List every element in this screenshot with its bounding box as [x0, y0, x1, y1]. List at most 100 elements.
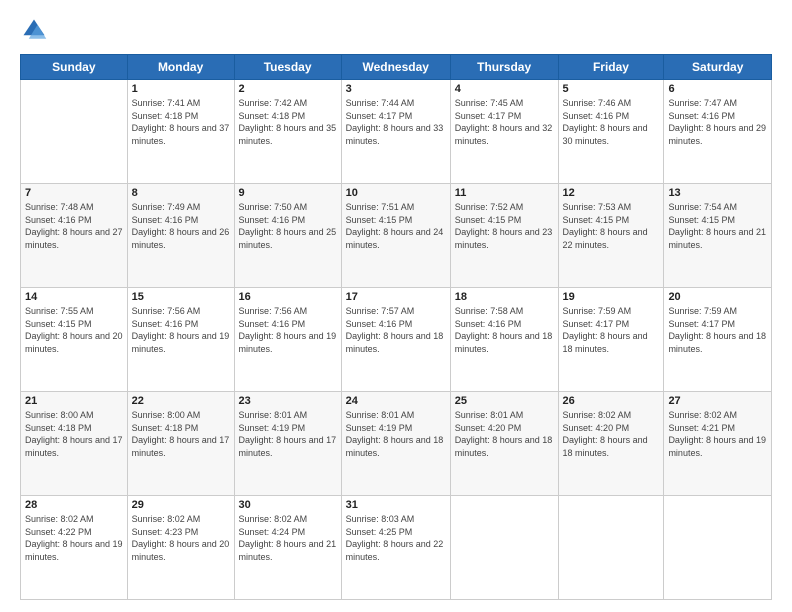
- calendar-cell: [21, 80, 128, 184]
- day-number: 4: [455, 83, 554, 95]
- day-number: 18: [455, 291, 554, 303]
- day-info: Sunrise: 7:44 AMSunset: 4:17 PMDaylight:…: [346, 97, 446, 147]
- calendar-cell: 17 Sunrise: 7:57 AMSunset: 4:16 PMDayligh…: [341, 288, 450, 392]
- calendar-cell: 5Sunrise: 7:46 AMSunset: 4:16 PMDaylight…: [558, 80, 664, 184]
- day-number: 5: [563, 83, 660, 95]
- day-info: Sunrise: 7:56 AMSunset: 4:16 PMDaylight:…: [132, 305, 230, 355]
- day-number: 14: [25, 291, 123, 303]
- day-number: 12: [563, 187, 660, 199]
- calendar-cell: 26 Sunrise: 8:02 AMSunset: 4:20 PMDayligh…: [558, 392, 664, 496]
- header: [20, 16, 772, 44]
- day-number: 23: [239, 395, 337, 407]
- day-info: Sunrise: 8:01 AMSunset: 4:19 PMDaylight:…: [239, 409, 337, 459]
- weekday-header-sunday: Sunday: [21, 55, 128, 80]
- day-number: 10: [346, 187, 446, 199]
- calendar-cell: 29 Sunrise: 8:02 AMSunset: 4:23 PMDayligh…: [127, 496, 234, 600]
- calendar-cell: 10 Sunrise: 7:51 AMSunset: 4:15 PMDayligh…: [341, 184, 450, 288]
- calendar-cell: [664, 496, 772, 600]
- day-info: Sunrise: 7:41 AMSunset: 4:18 PMDaylight:…: [132, 97, 230, 147]
- calendar-cell: 2 Sunrise: 7:42 AMSunset: 4:18 PMDaylight…: [234, 80, 341, 184]
- day-info: Sunrise: 7:52 AMSunset: 4:15 PMDaylight:…: [455, 201, 554, 251]
- day-info: Sunrise: 8:03 AMSunset: 4:25 PMDaylight:…: [346, 513, 446, 563]
- day-info: Sunrise: 8:02 AMSunset: 4:20 PMDaylight:…: [563, 409, 660, 459]
- day-number: 1: [132, 83, 230, 95]
- day-info: Sunrise: 7:59 AMSunset: 4:17 PMDaylight:…: [668, 305, 767, 355]
- calendar-cell: 22Sunrise: 8:00 AMSunset: 4:18 PMDayligh…: [127, 392, 234, 496]
- weekday-header-thursday: Thursday: [450, 55, 558, 80]
- day-info: Sunrise: 7:51 AMSunset: 4:15 PMDaylight:…: [346, 201, 446, 251]
- day-number: 29: [132, 499, 230, 511]
- calendar-week-1: 1 Sunrise: 7:41 AMSunset: 4:18 PMDaylight…: [21, 80, 772, 184]
- calendar-table: SundayMondayTuesdayWednesdayThursdayFrid…: [20, 54, 772, 600]
- calendar-cell: 20Sunrise: 7:59 AMSunset: 4:17 PMDayligh…: [664, 288, 772, 392]
- calendar-cell: 3 Sunrise: 7:44 AMSunset: 4:17 PMDaylight…: [341, 80, 450, 184]
- day-info: Sunrise: 8:01 AMSunset: 4:20 PMDaylight:…: [455, 409, 554, 459]
- day-info: Sunrise: 7:55 AMSunset: 4:15 PMDaylight:…: [25, 305, 123, 355]
- calendar-week-5: 28 Sunrise: 8:02 AMSunset: 4:22 PMDayligh…: [21, 496, 772, 600]
- day-number: 8: [132, 187, 230, 199]
- calendar-cell: 28 Sunrise: 8:02 AMSunset: 4:22 PMDayligh…: [21, 496, 128, 600]
- calendar-week-3: 14 Sunrise: 7:55 AMSunset: 4:15 PMDayligh…: [21, 288, 772, 392]
- day-number: 25: [455, 395, 554, 407]
- calendar-cell: 23 Sunrise: 8:01 AMSunset: 4:19 PMDayligh…: [234, 392, 341, 496]
- day-info: Sunrise: 7:42 AMSunset: 4:18 PMDaylight:…: [239, 97, 337, 147]
- day-info: Sunrise: 7:57 AMSunset: 4:16 PMDaylight:…: [346, 305, 446, 355]
- weekday-header-monday: Monday: [127, 55, 234, 80]
- day-number: 2: [239, 83, 337, 95]
- day-number: 9: [239, 187, 337, 199]
- day-number: 15: [132, 291, 230, 303]
- day-info: Sunrise: 7:47 AMSunset: 4:16 PMDaylight:…: [668, 97, 767, 147]
- day-number: 13: [668, 187, 767, 199]
- day-number: 31: [346, 499, 446, 511]
- day-info: Sunrise: 7:53 AMSunset: 4:15 PMDaylight:…: [563, 201, 660, 251]
- calendar-week-4: 21 Sunrise: 8:00 AMSunset: 4:18 PMDayligh…: [21, 392, 772, 496]
- day-info: Sunrise: 8:02 AMSunset: 4:22 PMDaylight:…: [25, 513, 123, 563]
- weekday-header-friday: Friday: [558, 55, 664, 80]
- day-number: 27: [668, 395, 767, 407]
- calendar-cell: 30 Sunrise: 8:02 AMSunset: 4:24 PMDayligh…: [234, 496, 341, 600]
- day-number: 11: [455, 187, 554, 199]
- day-number: 17: [346, 291, 446, 303]
- day-number: 28: [25, 499, 123, 511]
- day-info: Sunrise: 8:01 AMSunset: 4:19 PMDaylight:…: [346, 409, 446, 459]
- calendar-cell: 11 Sunrise: 7:52 AMSunset: 4:15 PMDayligh…: [450, 184, 558, 288]
- day-number: 16: [239, 291, 337, 303]
- logo-icon: [20, 16, 48, 44]
- calendar-cell: 21 Sunrise: 8:00 AMSunset: 4:18 PMDayligh…: [21, 392, 128, 496]
- day-info: Sunrise: 8:02 AMSunset: 4:24 PMDaylight:…: [239, 513, 337, 563]
- calendar-week-2: 7Sunrise: 7:48 AMSunset: 4:16 PMDaylight…: [21, 184, 772, 288]
- calendar-cell: 15 Sunrise: 7:56 AMSunset: 4:16 PMDayligh…: [127, 288, 234, 392]
- weekday-header-saturday: Saturday: [664, 55, 772, 80]
- calendar-cell: 12 Sunrise: 7:53 AMSunset: 4:15 PMDayligh…: [558, 184, 664, 288]
- weekday-header-tuesday: Tuesday: [234, 55, 341, 80]
- calendar-cell: 31 Sunrise: 8:03 AMSunset: 4:25 PMDayligh…: [341, 496, 450, 600]
- calendar-cell: 14 Sunrise: 7:55 AMSunset: 4:15 PMDayligh…: [21, 288, 128, 392]
- day-info: Sunrise: 7:48 AMSunset: 4:16 PMDaylight:…: [25, 201, 123, 251]
- calendar-cell: 13Sunrise: 7:54 AMSunset: 4:15 PMDayligh…: [664, 184, 772, 288]
- calendar-cell: 9 Sunrise: 7:50 AMSunset: 4:16 PMDaylight…: [234, 184, 341, 288]
- calendar-cell: 24Sunrise: 8:01 AMSunset: 4:19 PMDayligh…: [341, 392, 450, 496]
- day-number: 3: [346, 83, 446, 95]
- day-info: Sunrise: 7:56 AMSunset: 4:16 PMDaylight:…: [239, 305, 337, 355]
- day-number: 6: [668, 83, 767, 95]
- weekday-header-wednesday: Wednesday: [341, 55, 450, 80]
- day-number: 26: [563, 395, 660, 407]
- calendar-cell: 19Sunrise: 7:59 AMSunset: 4:17 PMDayligh…: [558, 288, 664, 392]
- day-number: 19: [563, 291, 660, 303]
- calendar-cell: [558, 496, 664, 600]
- calendar-cell: 4Sunrise: 7:45 AMSunset: 4:17 PMDaylight…: [450, 80, 558, 184]
- day-info: Sunrise: 8:00 AMSunset: 4:18 PMDaylight:…: [25, 409, 123, 459]
- logo: [20, 16, 52, 44]
- calendar-cell: 1 Sunrise: 7:41 AMSunset: 4:18 PMDaylight…: [127, 80, 234, 184]
- calendar-cell: [450, 496, 558, 600]
- page: SundayMondayTuesdayWednesdayThursdayFrid…: [0, 0, 792, 612]
- weekday-header-row: SundayMondayTuesdayWednesdayThursdayFrid…: [21, 55, 772, 80]
- calendar-cell: 16 Sunrise: 7:56 AMSunset: 4:16 PMDayligh…: [234, 288, 341, 392]
- calendar-cell: 8Sunrise: 7:49 AMSunset: 4:16 PMDaylight…: [127, 184, 234, 288]
- day-number: 22: [132, 395, 230, 407]
- day-number: 30: [239, 499, 337, 511]
- calendar-cell: 6 Sunrise: 7:47 AMSunset: 4:16 PMDaylight…: [664, 80, 772, 184]
- day-info: Sunrise: 8:02 AMSunset: 4:23 PMDaylight:…: [132, 513, 230, 563]
- day-info: Sunrise: 7:50 AMSunset: 4:16 PMDaylight:…: [239, 201, 337, 251]
- day-number: 21: [25, 395, 123, 407]
